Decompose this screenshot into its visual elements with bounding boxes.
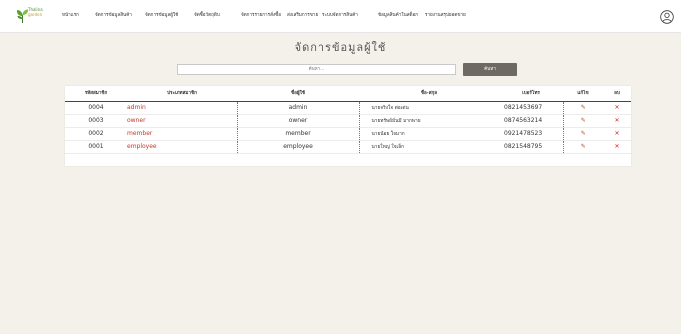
header-member-type: ประเภทสมาชิก (127, 86, 237, 102)
member-id: 0003 (65, 114, 127, 128)
member-type: member (127, 127, 238, 141)
edit-pencil-icon[interactable]: ✎ (563, 127, 603, 141)
header-username: ชื่อผู้ใช้ (237, 86, 359, 102)
table-row: 0001 employee employee นายใหญ่ ใจเล็ก 08… (65, 140, 631, 154)
nav-promotion[interactable]: ส่งเสริมการขาย (287, 12, 318, 20)
member-type: owner (127, 114, 238, 128)
edit-pencil-icon[interactable]: ✎ (563, 101, 603, 115)
username: employee (237, 140, 359, 154)
users-table: รหัสสมาชิก ประเภทสมาชิก ชื่อผู้ใช้ ชื่อ-… (65, 86, 631, 154)
nav-home[interactable]: หน้าแรก (62, 12, 79, 20)
profile-icon[interactable] (660, 9, 674, 24)
fullname: นายทรัพย์มั่นมี มากพาย (358, 114, 499, 128)
nav-stock[interactable]: ข้อมูลสินค้าในสต็อก (378, 12, 418, 20)
header-phone: เบอร์โทร (499, 86, 563, 102)
edit-pencil-icon[interactable]: ✎ (563, 140, 603, 154)
delete-x-icon[interactable]: ✕ (603, 127, 631, 141)
fullname: นายน้อย ใจมาก (358, 127, 499, 141)
fullname: นายใหญ่ ใจเล็ก (358, 140, 499, 154)
nav-report[interactable]: รายงานสรุปยอดขาย (425, 12, 466, 20)
member-type: admin (127, 101, 238, 115)
page-title: จัดการข้อมูลผู้ใช้ (294, 41, 387, 54)
phone: 0821548795 (499, 140, 564, 154)
member-id: 0002 (65, 127, 127, 141)
table-row: 0004 admin admin นายจริงใจ ต่อเด่น 08214… (65, 101, 631, 115)
delete-x-icon[interactable]: ✕ (603, 114, 631, 128)
table-row: 0002 member member นายน้อย ใจมาก 0921478… (65, 127, 631, 141)
search-button[interactable]: ค้นหา (463, 63, 517, 76)
table-row: 0003 owner owner นายทรัพย์มั่นมี มากพาย … (65, 114, 631, 128)
fullname: นายจริงใจ ต่อเด่น (358, 101, 499, 115)
header-edit: แก้ไข (563, 86, 603, 102)
member-type: employee (127, 140, 238, 154)
header-member-id: รหัสสมาชิก (65, 86, 127, 102)
nav-purchase[interactable]: จัดซื้อวัตถุดิบ (194, 12, 220, 20)
member-id: 0001 (65, 140, 127, 154)
phone: 0874563214 (499, 114, 564, 128)
member-id: 0004 (65, 101, 127, 115)
username: member (237, 127, 359, 141)
search-input[interactable] (177, 64, 456, 75)
nav-orders[interactable]: จัดการรายการสั่งซื้อ (241, 12, 281, 20)
top-navbar: Thalina garden หน้าแรก จัดการข้อมูลสินค้… (0, 0, 681, 33)
header-fullname: ชื่อ-สกุล (359, 86, 499, 102)
nav-products[interactable]: จัดการข้อมูลสินค้า (95, 12, 132, 20)
table-header-row: รหัสสมาชิก ประเภทสมาชิก ชื่อผู้ใช้ ชื่อ-… (65, 86, 631, 102)
users-table-card: รหัสสมาชิก ประเภทสมาชิก ชื่อผู้ใช้ ชื่อ-… (65, 86, 631, 166)
edit-pencil-icon[interactable]: ✎ (563, 114, 603, 128)
nav-users[interactable]: จัดการข้อมูลผู้ใช้ (145, 12, 178, 20)
delete-x-icon[interactable]: ✕ (603, 140, 631, 154)
phone: 0821453697 (499, 101, 564, 115)
nav-inventory[interactable]: ระบบจัดการสินค้า (322, 12, 358, 20)
username: owner (237, 114, 359, 128)
delete-x-icon[interactable]: ✕ (603, 101, 631, 115)
header-delete: ลบ (603, 86, 631, 102)
username: admin (237, 101, 359, 115)
phone: 0921478523 (499, 127, 564, 141)
nav-menu: หน้าแรก จัดการข้อมูลสินค้า จัดการข้อมูลผ… (0, 12, 600, 20)
